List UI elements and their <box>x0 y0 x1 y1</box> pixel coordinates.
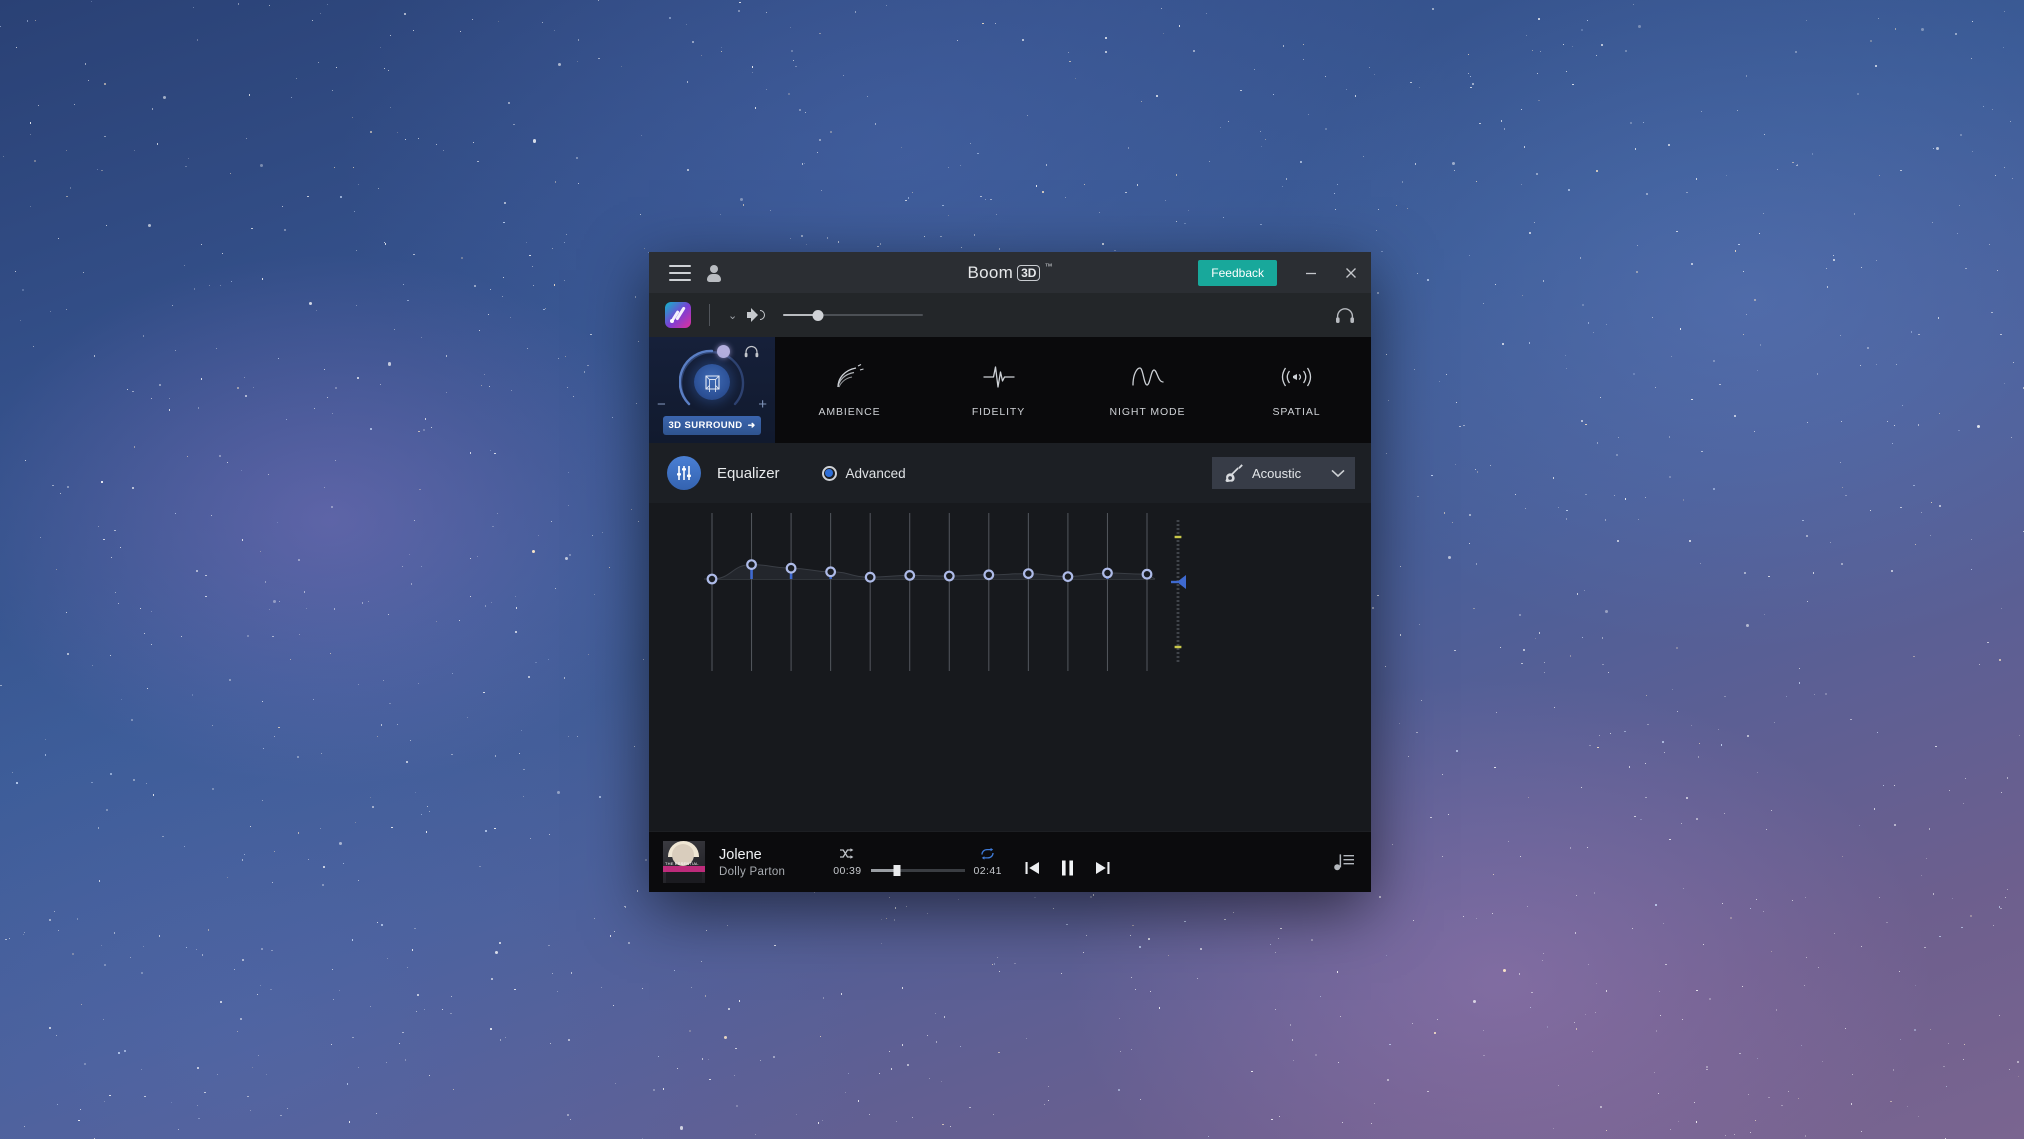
advanced-label: Advanced <box>846 466 906 481</box>
transport-controls: 00:39 02:41 <box>833 847 1111 877</box>
repeat-icon[interactable] <box>979 847 996 860</box>
surround-increase-button[interactable]: + <box>758 396 767 413</box>
surround-knob-handle[interactable] <box>717 345 730 358</box>
boom3d-window: Boom 3D ™ Feedback ⌄ <box>649 252 1371 892</box>
account-icon[interactable] <box>705 264 723 282</box>
effect-label: FIDELITY <box>972 406 1025 418</box>
preset-name: Acoustic <box>1252 466 1323 481</box>
window-title-text: Boom <box>968 263 1014 283</box>
device-chevron-down-icon[interactable]: ⌄ <box>728 309 737 322</box>
audio-toolbar: ⌄ <box>649 293 1371 337</box>
effect-night-mode[interactable]: NIGHT MODE <box>1073 337 1222 443</box>
surround-decrease-button[interactable]: − <box>657 396 666 413</box>
equalizer-response-chart[interactable] <box>649 503 1371 775</box>
equalizer-graph-area[interactable] <box>649 503 1371 831</box>
track-artist: Dolly Parton <box>719 866 785 878</box>
shuffle-icon[interactable] <box>839 847 856 860</box>
ambience-waves-icon <box>835 362 865 392</box>
speaker-icon[interactable] <box>747 307 767 323</box>
spatial-speaker-icon <box>1281 362 1313 392</box>
chevron-down-icon[interactable] <box>1331 469 1345 478</box>
arrow-right-icon: ➜ <box>748 420 756 431</box>
elapsed-time: 00:39 <box>833 865 861 877</box>
trademark-mark: ™ <box>1044 262 1052 271</box>
album-artwork[interactable]: THE ESSENTIAL <box>663 841 705 883</box>
seek-slider[interactable] <box>871 864 965 876</box>
effects-strip: − + 3D SURROUND ➜ AMBIENCE <box>649 337 1371 443</box>
effect-fidelity[interactable]: FIDELITY <box>924 337 1073 443</box>
toolbar-divider <box>709 304 710 326</box>
volume-slider[interactable] <box>783 308 923 322</box>
effect-label: SPATIAL <box>1273 406 1321 418</box>
guitar-icon <box>1222 462 1244 484</box>
equalizer-header: Equalizer Advanced Acoustic <box>649 443 1371 503</box>
effect-spatial[interactable]: SPATIAL <box>1222 337 1371 443</box>
close-button[interactable] <box>1331 252 1371 293</box>
3d-surround-label: 3D SURROUND <box>668 420 742 431</box>
effect-label: AMBIENCE <box>818 406 880 418</box>
equalizer-sliders-icon[interactable] <box>667 456 701 490</box>
night-mode-wave-icon <box>1131 362 1165 392</box>
track-title: Jolene <box>719 847 785 863</box>
track-info: Jolene Dolly Parton <box>719 847 785 878</box>
pause-icon[interactable] <box>1059 859 1076 877</box>
equalizer-title: Equalizer <box>717 465 780 482</box>
minimize-button[interactable] <box>1291 252 1331 293</box>
previous-track-icon[interactable] <box>1024 860 1041 876</box>
advanced-radio[interactable]: Advanced <box>822 466 906 481</box>
effect-ambience[interactable]: AMBIENCE <box>775 337 924 443</box>
feedback-button[interactable]: Feedback <box>1198 260 1277 286</box>
effect-label: NIGHT MODE <box>1110 406 1186 418</box>
effect-buttons: AMBIENCE FIDELITY NIGHT MODE <box>775 337 1371 443</box>
surround-knob-panel: − + 3D SURROUND ➜ <box>649 337 775 443</box>
window-title-badge: 3D <box>1017 265 1040 281</box>
playlist-note-icon[interactable] <box>1333 852 1355 872</box>
headphones-icon[interactable] <box>1335 307 1355 324</box>
cube-3d-icon[interactable] <box>694 364 730 400</box>
fidelity-pulse-icon <box>983 362 1015 392</box>
title-bar: Boom 3D ™ Feedback <box>649 252 1371 293</box>
advanced-radio-indicator[interactable] <box>822 466 837 481</box>
preset-dropdown[interactable]: Acoustic <box>1212 457 1355 489</box>
menu-icon[interactable] <box>669 265 691 281</box>
boom-app-icon[interactable] <box>665 302 691 328</box>
surround-knob[interactable] <box>675 347 749 411</box>
3d-surround-button[interactable]: 3D SURROUND ➜ <box>663 416 761 435</box>
next-track-icon[interactable] <box>1094 860 1111 876</box>
player-bar: THE ESSENTIAL Jolene Dolly Parton 00:39 <box>649 831 1371 892</box>
duration-time: 02:41 <box>974 865 1002 877</box>
